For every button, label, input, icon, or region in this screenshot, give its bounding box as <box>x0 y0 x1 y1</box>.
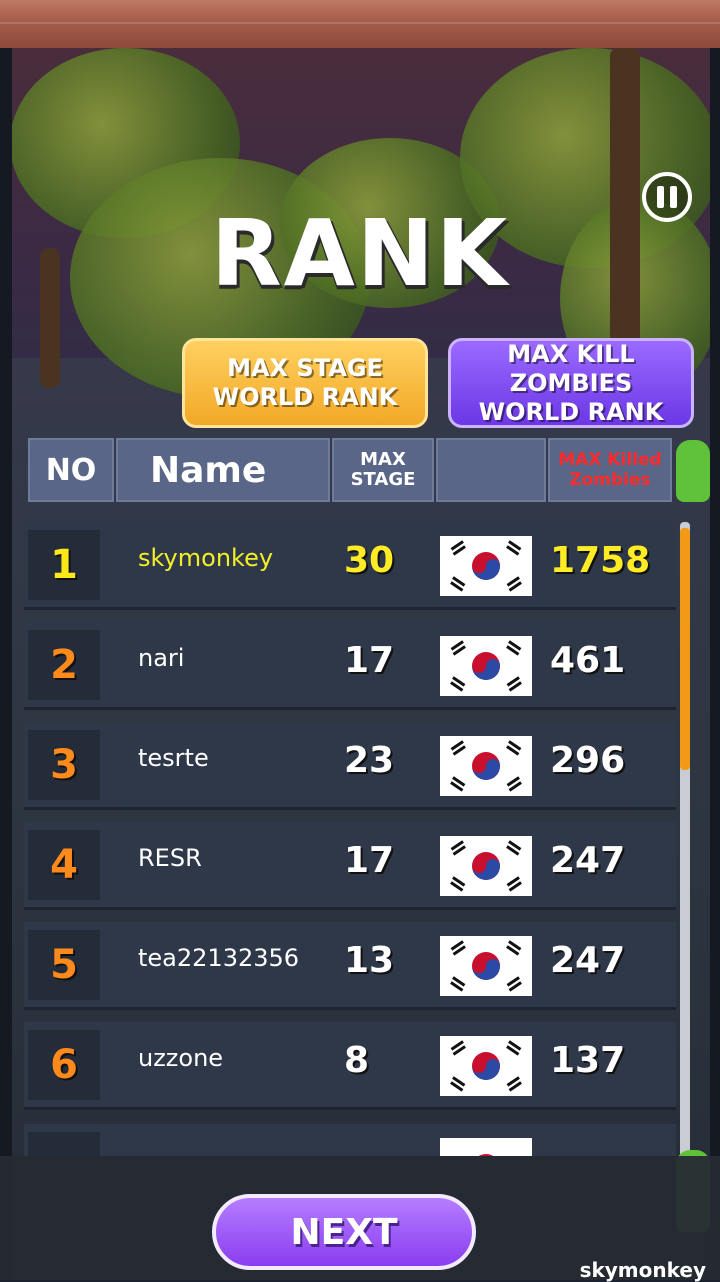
tab-max-stage-world-rank[interactable]: MAX STAGE WORLD RANK <box>182 338 428 428</box>
max-stage-value: 8 <box>344 1040 370 1081</box>
header-line: Zombies <box>569 470 651 490</box>
rank-number <box>28 1132 100 1156</box>
player-name: nari <box>138 644 185 672</box>
max-killed-value: 247 <box>550 940 626 981</box>
player-name: uzzone <box>138 1044 224 1072</box>
max-killed-value: 296 <box>550 740 626 781</box>
header-max-stage: MAX STAGE <box>332 438 434 502</box>
rank-row[interactable]: 6 uzzone 8 137 <box>24 1022 676 1110</box>
korea-flag-icon <box>440 836 532 896</box>
scrollbar-thumb[interactable] <box>680 528 690 770</box>
rank-row-partial[interactable] <box>24 1124 676 1156</box>
rank-list[interactable]: 1 skymonkey 30 1758 2 nari 17 461 3 tesr… <box>24 522 676 1156</box>
player-name: tea22132356 <box>138 944 300 972</box>
tab-label-line: WORLD RANK <box>212 383 398 411</box>
rank-number: 4 <box>28 830 100 900</box>
header-line: MAX <box>360 449 406 470</box>
page-title: RANK <box>210 200 510 307</box>
rank-number: 2 <box>28 630 100 700</box>
rank-number: 3 <box>28 730 100 800</box>
header-name: Name <box>116 438 330 502</box>
max-killed-value: 1758 <box>550 540 651 581</box>
player-name: RESR <box>138 844 202 872</box>
max-stage-value: 30 <box>344 540 395 581</box>
rank-row[interactable]: 4 RESR 17 247 <box>24 822 676 910</box>
player-name: tesrte <box>138 744 209 772</box>
korea-flag-icon <box>440 936 532 996</box>
header-no: NO <box>28 438 114 502</box>
tab-max-kill-zombies-world-rank[interactable]: MAX KILL ZOMBIES WORLD RANK <box>448 338 694 428</box>
korea-flag-icon <box>440 1036 532 1096</box>
max-killed-value: 247 <box>550 840 626 881</box>
header-max-killed-zombies: MAX Killed Zombies <box>548 438 672 502</box>
current-username: skymonkey <box>579 1258 706 1282</box>
max-killed-value: 461 <box>550 640 626 681</box>
header-country <box>436 438 546 502</box>
korea-flag-icon <box>440 536 532 596</box>
rank-row[interactable]: 2 nari 17 461 <box>24 622 676 710</box>
max-killed-value: 137 <box>550 1040 626 1081</box>
max-stage-value: 17 <box>344 640 395 681</box>
header-line: MAX Killed <box>558 450 662 470</box>
next-button[interactable]: NEXT <box>212 1194 476 1270</box>
max-stage-value: 13 <box>344 940 395 981</box>
rank-row[interactable]: 3 tesrte 23 296 <box>24 722 676 810</box>
top-bar <box>0 0 720 48</box>
rank-number: 5 <box>28 930 100 1000</box>
tab-label-line: MAX STAGE <box>227 354 383 382</box>
player-name: skymonkey <box>138 544 274 572</box>
rank-number: 1 <box>28 530 100 600</box>
max-stage-value: 23 <box>344 740 395 781</box>
korea-flag-icon <box>440 1138 532 1156</box>
rank-row[interactable]: 1 skymonkey 30 1758 <box>24 522 676 610</box>
rank-number: 6 <box>28 1030 100 1100</box>
tab-label-line: MAX KILL ZOMBIES <box>507 339 635 397</box>
korea-flag-icon <box>440 636 532 696</box>
tab-label-line: WORLD RANK <box>478 397 664 426</box>
zombie-hand-icon <box>676 440 710 502</box>
korea-flag-icon <box>440 736 532 796</box>
header-line: STAGE <box>350 469 416 490</box>
max-stage-value: 17 <box>344 840 395 881</box>
rank-row[interactable]: 5 tea22132356 13 247 <box>24 922 676 1010</box>
